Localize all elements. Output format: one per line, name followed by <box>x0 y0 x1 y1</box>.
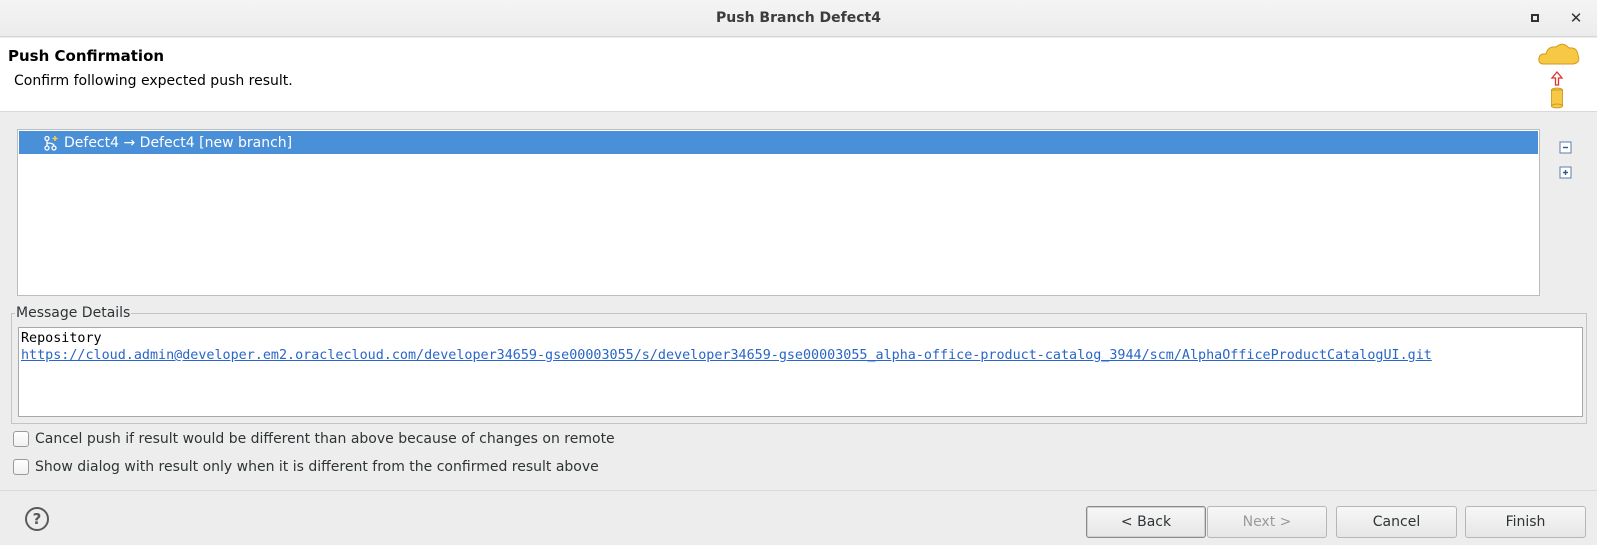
show-only-if-different-checkbox[interactable]: Show dialog with result only when it is … <box>13 459 599 475</box>
help-button[interactable]: ? <box>25 507 49 531</box>
checkbox-box[interactable] <box>13 459 29 475</box>
maximize-icon <box>1531 14 1539 22</box>
page-title: Push Confirmation <box>8 47 165 65</box>
push-to-cloud-icon <box>1538 43 1580 109</box>
footer-divider <box>0 490 1597 491</box>
dialog-header: Push Confirmation Confirm following expe… <box>0 38 1597 112</box>
message-details-label: Message Details <box>15 305 132 321</box>
close-icon: ✕ <box>1569 9 1583 27</box>
tree-row-label: Defect4 → Defect4 [new branch] <box>64 134 293 151</box>
back-button[interactable]: < Back <box>1086 506 1206 538</box>
repository-url-link[interactable]: https://cloud.admin@developer.em2.oracle… <box>21 347 1582 364</box>
tree-row[interactable]: Defect4 → Defect4 [new branch] <box>19 131 1538 154</box>
finish-button[interactable]: Finish <box>1465 506 1586 538</box>
next-button[interactable]: Next > <box>1207 506 1327 538</box>
new-branch-icon <box>44 135 58 151</box>
checkbox-label: Cancel push if result would be different… <box>35 431 615 447</box>
page-description: Confirm following expected push result. <box>14 73 293 89</box>
checkbox-label: Show dialog with result only when it is … <box>35 459 599 475</box>
collapse-all-icon[interactable] <box>1558 139 1574 155</box>
cancel-button[interactable]: Cancel <box>1336 506 1457 538</box>
message-details-text[interactable]: Repository https://cloud.admin@developer… <box>18 327 1583 417</box>
help-icon: ? <box>32 510 42 528</box>
checkbox-box[interactable] <box>13 431 29 447</box>
push-results-tree[interactable]: Defect4 → Defect4 [new branch] <box>17 129 1540 296</box>
close-button[interactable]: ✕ <box>1567 9 1585 27</box>
window-title: Push Branch Defect4 <box>716 10 881 26</box>
cancel-if-different-checkbox[interactable]: Cancel push if result would be different… <box>13 431 615 447</box>
repository-label: Repository <box>21 331 102 346</box>
expand-all-icon[interactable] <box>1558 164 1574 180</box>
title-bar: Push Branch Defect4 ✕ <box>0 0 1597 37</box>
maximize-button[interactable] <box>1526 9 1544 27</box>
